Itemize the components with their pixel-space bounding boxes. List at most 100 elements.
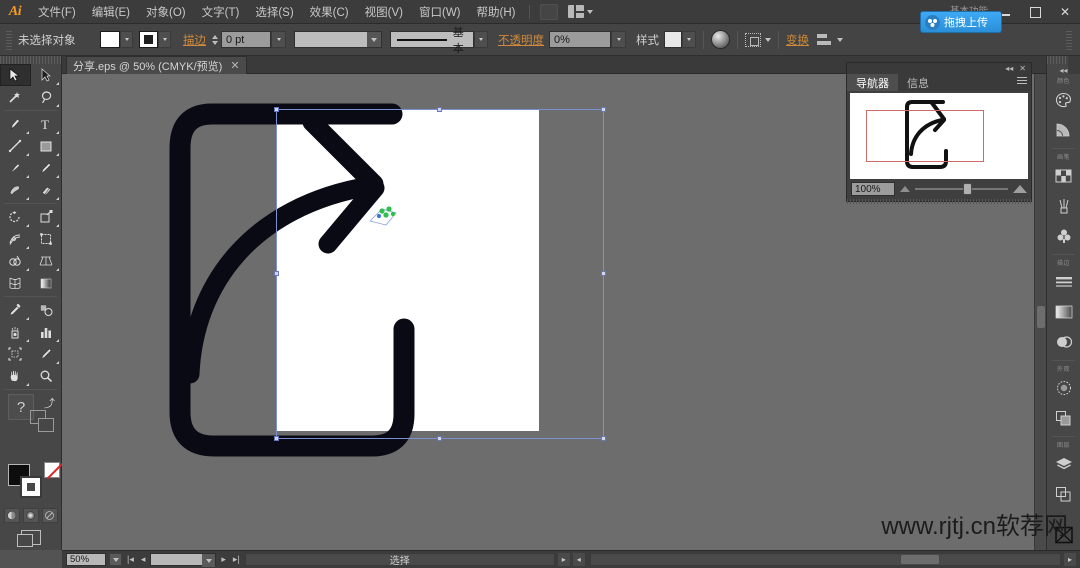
canvas-vertical-scrollbar[interactable] bbox=[1034, 74, 1046, 550]
variable-width-profile-dropdown[interactable]: 基本 bbox=[390, 27, 474, 55]
blob-brush-tool[interactable] bbox=[0, 179, 31, 201]
brushes-panel-icon[interactable] bbox=[1047, 191, 1080, 221]
none-button[interactable] bbox=[41, 508, 58, 523]
artboard-next-button[interactable]: ▸ bbox=[219, 554, 228, 565]
swap-fill-stroke-icon[interactable]: ⤴ bbox=[44, 395, 55, 411]
menu-item-effect[interactable]: 效果(C) bbox=[302, 1, 357, 23]
menu-item-object[interactable]: 对象(O) bbox=[138, 1, 194, 23]
paintbrush-tool[interactable] bbox=[0, 157, 31, 179]
column-graph-tool[interactable] bbox=[31, 321, 62, 343]
screen-mode-button[interactable] bbox=[0, 530, 61, 547]
tab-navigator[interactable]: 导航器 bbox=[847, 74, 898, 91]
arrange-chevron-down-icon[interactable] bbox=[837, 37, 843, 42]
artboard-last-button[interactable]: ▸| bbox=[231, 554, 242, 565]
artboards-panel-icon[interactable] bbox=[1047, 479, 1080, 509]
stroke-weight-dropdown[interactable] bbox=[271, 31, 286, 48]
navigator-view-rect[interactable] bbox=[866, 110, 984, 162]
document-tab[interactable]: 分享.eps @ 50% (CMYK/预览) ✕ bbox=[66, 56, 247, 74]
menu-item-window[interactable]: 窗口(W) bbox=[411, 1, 469, 23]
toolbar-stroke-swatch[interactable] bbox=[20, 476, 42, 498]
pencil-tool[interactable] bbox=[31, 157, 62, 179]
recolor-artwork-icon[interactable] bbox=[711, 30, 730, 49]
tab-info[interactable]: 信息 bbox=[898, 74, 938, 91]
artboard-select-input[interactable] bbox=[150, 553, 217, 567]
document-tab-close-icon[interactable]: ✕ bbox=[230, 59, 239, 72]
fill-swatch-dropdown[interactable] bbox=[120, 31, 133, 48]
color-panel-icon[interactable] bbox=[1047, 85, 1080, 115]
magic-wand-tool[interactable] bbox=[0, 86, 31, 108]
perspective-grid-tool[interactable] bbox=[31, 250, 62, 272]
eyedropper-tool[interactable] bbox=[0, 299, 31, 321]
stroke-weight-label[interactable]: 描边 bbox=[183, 32, 206, 48]
hand-tool[interactable] bbox=[0, 365, 31, 387]
status-field-expand-icon[interactable]: ▸ bbox=[557, 553, 570, 566]
stroke-weight-input[interactable]: 0 pt bbox=[221, 31, 271, 48]
arrange-icon[interactable] bbox=[817, 33, 832, 46]
gradient-button[interactable] bbox=[22, 508, 39, 523]
arrange-documents-dropdown[interactable] bbox=[568, 5, 594, 18]
direct-selection-tool[interactable] bbox=[31, 64, 62, 86]
scale-tool[interactable] bbox=[31, 206, 62, 228]
collapse-panel-icon[interactable]: ◂◂ bbox=[1005, 64, 1013, 73]
navigator-thumbnail[interactable] bbox=[850, 93, 1028, 179]
horizontal-scrollbar[interactable] bbox=[589, 553, 1061, 566]
color-guide-panel-icon[interactable] bbox=[1047, 115, 1080, 145]
type-tool[interactable]: T bbox=[31, 113, 62, 135]
zoom-out-icon[interactable] bbox=[900, 186, 910, 192]
shape-builder-tool[interactable] bbox=[0, 250, 31, 272]
menu-item-select[interactable]: 选择(S) bbox=[247, 1, 301, 23]
gradient-tool[interactable] bbox=[31, 272, 62, 294]
line-segment-tool[interactable] bbox=[0, 135, 31, 157]
maximize-button[interactable] bbox=[1020, 0, 1050, 24]
free-transform-tool[interactable] bbox=[31, 228, 62, 250]
status-zoom-dropdown[interactable] bbox=[109, 553, 122, 566]
artboard-select-dropdown[interactable] bbox=[202, 554, 216, 567]
graphic-styles-panel-icon[interactable] bbox=[1047, 403, 1080, 433]
drag-upload-button[interactable]: 拖拽上传 bbox=[921, 12, 1001, 32]
pen-tool[interactable] bbox=[0, 113, 31, 135]
width-profile-caret[interactable] bbox=[474, 31, 488, 48]
zoom-tool[interactable] bbox=[31, 365, 62, 387]
align-chevron-down-icon[interactable] bbox=[765, 37, 771, 42]
none-color-icon[interactable] bbox=[44, 462, 60, 478]
horizontal-scroll-left-icon[interactable]: ◂ bbox=[572, 553, 585, 566]
brush-definition-dropdown[interactable] bbox=[294, 31, 382, 48]
lasso-tool[interactable] bbox=[31, 86, 62, 108]
opacity-dropdown[interactable] bbox=[611, 31, 626, 48]
graphic-style-dropdown[interactable] bbox=[682, 31, 696, 48]
transform-label[interactable]: 变换 bbox=[786, 32, 809, 48]
selection-tool[interactable] bbox=[0, 64, 31, 86]
navigator-zoom-input[interactable]: 100% bbox=[851, 182, 895, 196]
rotate-tool[interactable] bbox=[0, 206, 31, 228]
control-bar-end-grip[interactable] bbox=[1066, 29, 1072, 50]
navigator-zoom-knob[interactable] bbox=[963, 183, 973, 195]
align-object-icon[interactable] bbox=[745, 32, 761, 47]
status-text-field[interactable]: 选择 bbox=[244, 553, 555, 567]
layers-panel-icon[interactable] bbox=[1047, 449, 1080, 479]
navigator-resize-grip[interactable] bbox=[847, 199, 1031, 204]
stroke-swatch-dropdown[interactable] bbox=[158, 31, 171, 48]
width-tool[interactable] bbox=[0, 228, 31, 250]
opacity-label[interactable]: 不透明度 bbox=[498, 32, 544, 48]
close-button[interactable]: ✕ bbox=[1050, 0, 1080, 24]
status-zoom-input[interactable]: 50% bbox=[66, 553, 106, 566]
color-button[interactable] bbox=[3, 508, 20, 523]
artboard-prev-button[interactable]: ◂ bbox=[139, 554, 148, 565]
menu-item-view[interactable]: 视图(V) bbox=[357, 1, 411, 23]
stroke-color-swatch[interactable] bbox=[139, 31, 158, 48]
swatches-panel-icon[interactable] bbox=[1047, 161, 1080, 191]
transparency-panel-icon[interactable] bbox=[1047, 327, 1080, 357]
zoom-in-icon[interactable] bbox=[1013, 185, 1027, 193]
navigator-title-bar[interactable]: ◂◂ ✕ bbox=[847, 63, 1031, 74]
appearance-panel-icon[interactable] bbox=[1047, 373, 1080, 403]
panel-menu-icon[interactable] bbox=[1017, 77, 1027, 85]
opacity-input[interactable]: 0% bbox=[549, 31, 611, 48]
gradient-panel-icon[interactable] bbox=[1047, 297, 1080, 327]
horizontal-scroll-right-icon[interactable]: ▸ bbox=[1064, 553, 1076, 566]
slice-tool[interactable] bbox=[31, 343, 62, 365]
symbols-panel-icon[interactable] bbox=[1047, 221, 1080, 251]
navigator-zoom-slider[interactable] bbox=[915, 182, 1008, 196]
close-panel-icon[interactable]: ✕ bbox=[1019, 64, 1026, 73]
stroke-weight-stepper[interactable] bbox=[212, 31, 221, 48]
artwork-share-arrow-icon[interactable] bbox=[62, 74, 662, 494]
